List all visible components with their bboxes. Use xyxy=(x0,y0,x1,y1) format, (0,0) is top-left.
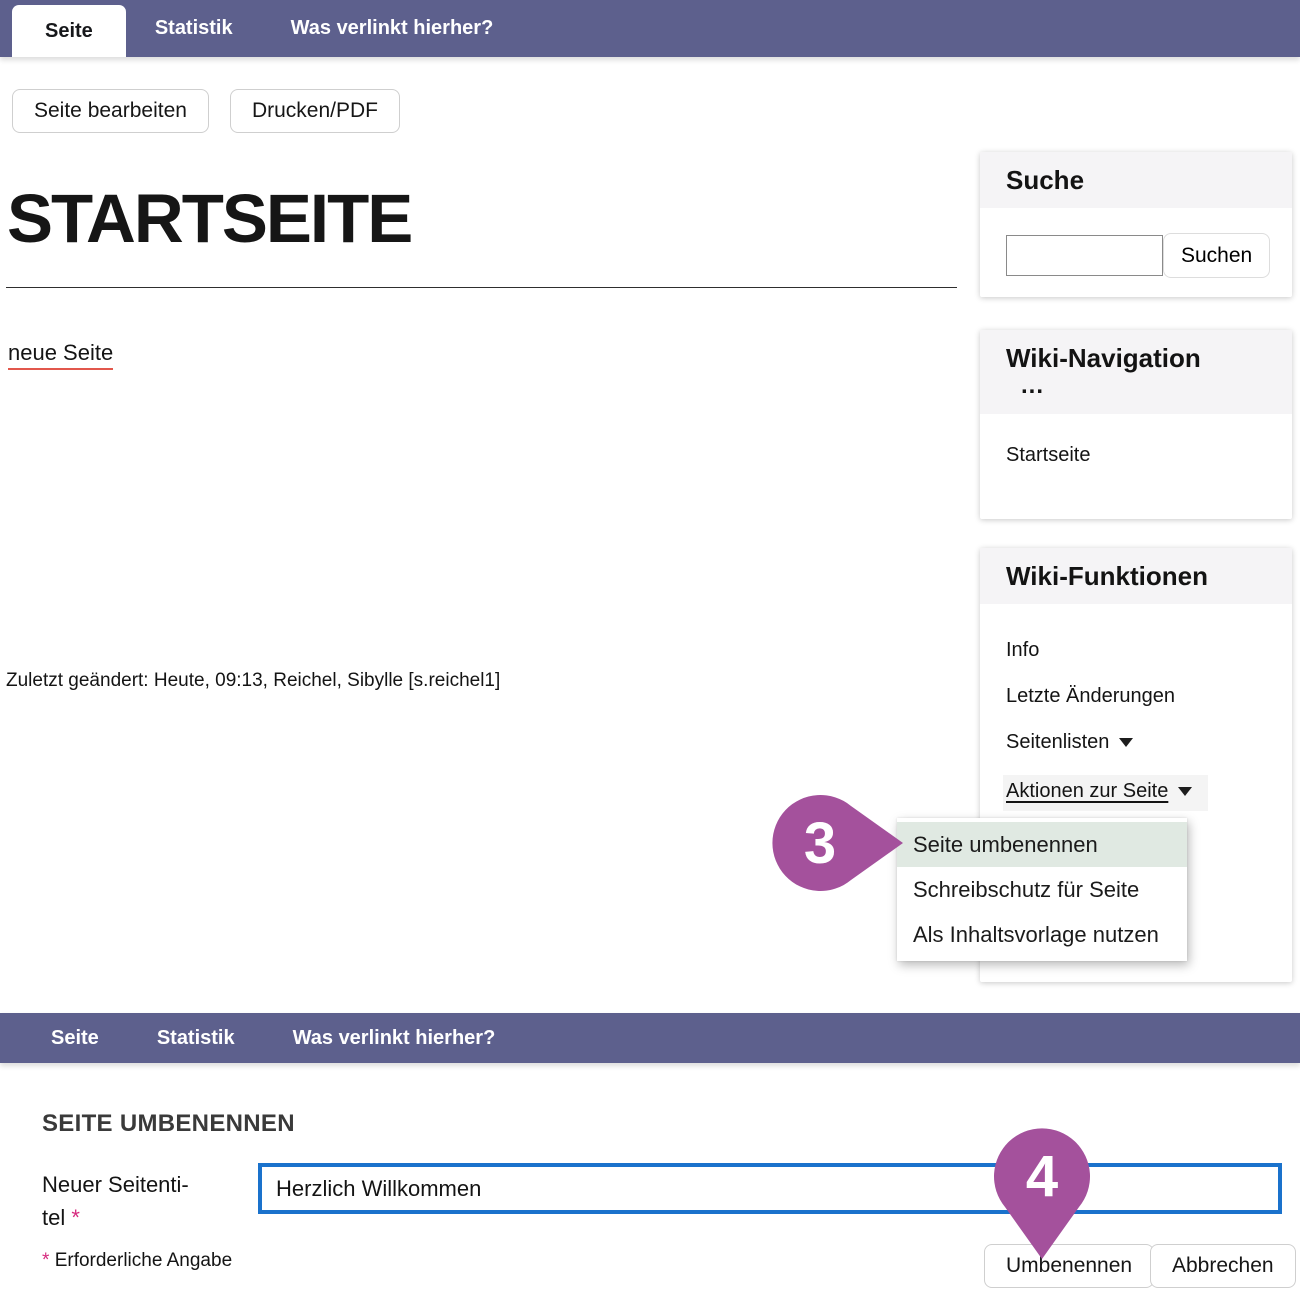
wiki-navigation-header: Wiki-Navigation ... xyxy=(980,330,1292,414)
label-line-1: Neuer Seitenti- xyxy=(42,1172,189,1197)
menu-item-seite-umbenennen[interactable]: Seite umbenennen xyxy=(897,822,1187,867)
edit-page-button[interactable]: Seite bearbeiten xyxy=(12,89,209,133)
search-row: Suchen xyxy=(980,208,1292,278)
tab-statistik[interactable]: Statistik xyxy=(126,0,262,57)
chevron-down-icon xyxy=(1119,738,1133,747)
wiki-functions-body: Info Letzte Änderungen Seitenlisten Akti… xyxy=(980,604,1292,811)
top-tab-bar: Seite Statistik Was verlinkt hierher? xyxy=(0,0,1300,57)
search-panel: Suche Suchen xyxy=(980,152,1292,297)
tab-seite-bottom[interactable]: Seite xyxy=(22,1013,128,1063)
seitenlisten-label: Seitenlisten xyxy=(1006,731,1109,753)
funk-item-letzte-aenderungen[interactable]: Letzte Änderungen xyxy=(1006,683,1266,709)
aktionen-label: Aktionen zur Seite xyxy=(1006,780,1168,802)
last-modified-text: Zuletzt geändert: Heute, 09:13, Reichel,… xyxy=(6,670,500,692)
print-pdf-button[interactable]: Drucken/PDF xyxy=(230,89,400,133)
page-title: STARTSEITE xyxy=(7,181,411,257)
new-page-title-input[interactable] xyxy=(258,1163,1282,1214)
new-page-title-label: Neuer Seitenti- tel * xyxy=(42,1168,252,1234)
top-tabs: Seite Statistik Was verlinkt hierher? xyxy=(0,0,1300,57)
search-panel-title: Suche xyxy=(1006,165,1266,196)
wiki-navigation-panel: Wiki-Navigation ... Startseite xyxy=(980,330,1292,519)
annotation-step-3-balloon: 3 xyxy=(772,795,903,891)
aktionen-trigger-box: Aktionen zur Seite xyxy=(1003,775,1208,811)
search-button[interactable]: Suchen xyxy=(1163,233,1270,278)
chevron-down-icon xyxy=(1178,787,1192,796)
aktionen-dropdown-menu: Seite umbenennen Schreibschutz für Seite… xyxy=(897,818,1187,961)
wiki-navigation-title: Wiki-Navigation xyxy=(1006,343,1266,374)
required-note-text: Erforderliche Angabe xyxy=(55,1250,232,1271)
tab-was-verlinkt-hierher-bottom[interactable]: Was verlinkt hierher? xyxy=(264,1013,525,1063)
page-toolbar: Seite bearbeiten Drucken/PDF xyxy=(12,89,400,133)
search-input[interactable] xyxy=(1006,235,1163,276)
neue-seite-link[interactable]: neue Seite xyxy=(8,340,113,370)
bottom-tabs: Seite Statistik Was verlinkt hierher? xyxy=(0,1013,1300,1063)
cancel-button[interactable]: Abbrechen xyxy=(1150,1244,1296,1288)
ellipsis-icon[interactable]: ... xyxy=(1006,374,1266,396)
title-divider xyxy=(6,287,957,288)
wiki-functions-header: Wiki-Funktionen xyxy=(980,548,1292,604)
funk-item-info[interactable]: Info xyxy=(1006,637,1266,663)
annotation-step-3-number: 3 xyxy=(772,795,868,891)
tab-was-verlinkt-hierher[interactable]: Was verlinkt hierher? xyxy=(262,0,523,57)
bottom-tab-bar: Seite Statistik Was verlinkt hierher? xyxy=(0,1013,1300,1063)
menu-item-inhaltsvorlage[interactable]: Als Inhaltsvorlage nutzen xyxy=(897,912,1187,957)
nav-item-startseite[interactable]: Startseite xyxy=(1006,444,1266,467)
tab-statistik-bottom[interactable]: Statistik xyxy=(128,1013,264,1063)
annotation-step-4-number: 4 xyxy=(994,1128,1090,1224)
required-note: * Erforderliche Angabe xyxy=(42,1250,232,1272)
search-panel-header: Suche xyxy=(980,152,1292,208)
required-asterisk: * xyxy=(42,1250,49,1271)
wiki-navigation-body: Startseite xyxy=(980,414,1292,467)
funk-item-aktionen-zur-seite[interactable]: Aktionen zur Seite xyxy=(1003,775,1266,811)
wiki-functions-title: Wiki-Funktionen xyxy=(1006,561,1266,592)
required-asterisk: * xyxy=(71,1205,80,1230)
annotation-step-4-balloon: 4 xyxy=(994,1128,1090,1259)
tab-seite[interactable]: Seite xyxy=(12,5,126,57)
funk-item-seitenlisten[interactable]: Seitenlisten xyxy=(1006,729,1266,755)
rename-form-heading: SEITE UMBENENNEN xyxy=(42,1110,295,1138)
menu-item-schreibschutz[interactable]: Schreibschutz für Seite xyxy=(897,867,1187,912)
label-line-2: tel xyxy=(42,1205,65,1230)
